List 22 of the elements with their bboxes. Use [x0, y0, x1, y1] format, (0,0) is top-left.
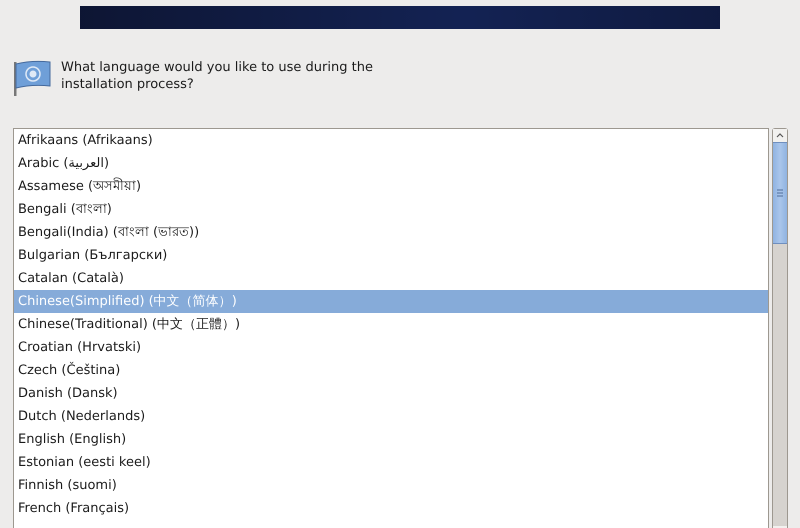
language-item[interactable]: Finnish (suomi) — [14, 474, 768, 497]
language-item[interactable]: French (Français) — [14, 497, 768, 520]
language-item[interactable]: Croatian (Hrvatski) — [14, 336, 768, 359]
language-item[interactable]: Estonian (eesti keel) — [14, 451, 768, 474]
scroll-up-icon[interactable] — [773, 129, 787, 142]
language-item[interactable]: Catalan (Català) — [14, 267, 768, 290]
language-item[interactable]: Afrikaans (Afrikaans) — [14, 129, 768, 152]
language-item[interactable]: Dutch (Nederlands) — [14, 405, 768, 428]
language-item[interactable]: Arabic (العربية) — [14, 152, 768, 175]
scroll-thumb[interactable] — [773, 142, 787, 244]
language-item[interactable]: Bengali (বাংলা) — [14, 198, 768, 221]
language-list[interactable] — [13, 128, 769, 528]
question-text: What language would you like to use during the installation process? — [61, 59, 374, 93]
language-item[interactable]: Chinese(Traditional) (中文（正體）) — [14, 313, 768, 336]
language-item[interactable]: Bengali(India) (বাংলা (ভারত)) — [14, 221, 768, 244]
language-item[interactable]: Danish (Dansk) — [14, 382, 768, 405]
language-item[interactable]: Czech (Čeština) — [14, 359, 768, 382]
language-item[interactable]: English (English) — [14, 428, 768, 451]
flag-icon — [12, 58, 52, 98]
language-item[interactable]: Assamese (অসমীয়া) — [14, 175, 768, 198]
scrollbar[interactable] — [772, 128, 788, 528]
language-item[interactable]: Bulgarian (Български) — [14, 244, 768, 267]
